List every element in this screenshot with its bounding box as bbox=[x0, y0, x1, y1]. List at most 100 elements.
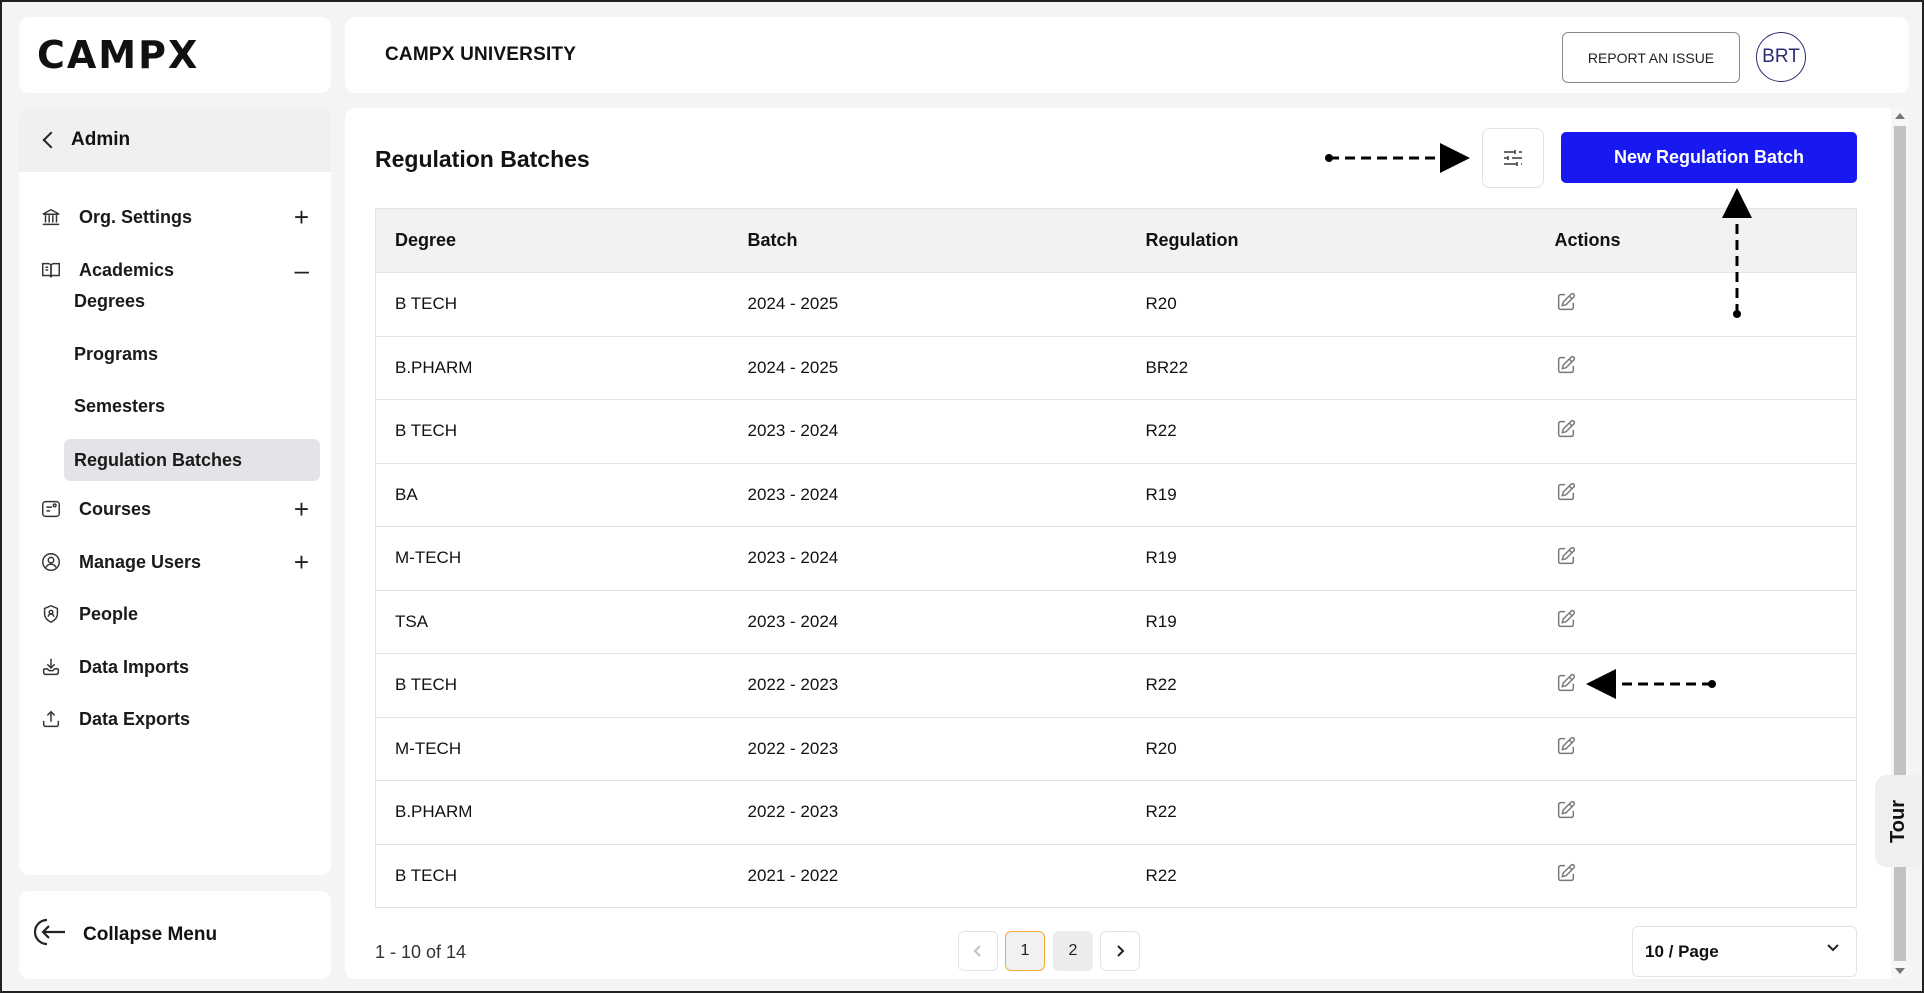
column-header-actions: Actions bbox=[1535, 208, 1857, 273]
scroll-down-arrow[interactable] bbox=[1895, 968, 1905, 974]
sidebar-sub-semesters[interactable]: Semesters bbox=[64, 385, 320, 427]
logo-card: CAMPX bbox=[19, 17, 331, 93]
column-header-batch[interactable]: Batch bbox=[728, 208, 1127, 273]
cell-degree: B TECH bbox=[375, 653, 729, 718]
chevron-right-icon bbox=[1117, 945, 1125, 957]
sidebar-sub-programs[interactable]: Programs bbox=[64, 333, 320, 375]
sidebar-back-admin[interactable]: Admin bbox=[19, 108, 331, 172]
bank-icon bbox=[39, 205, 63, 229]
edit-icon[interactable] bbox=[1555, 735, 1577, 757]
pagination-page-2[interactable]: 2 bbox=[1053, 931, 1093, 971]
sidebar-item-people[interactable]: People bbox=[19, 592, 331, 636]
cell-regulation: BR22 bbox=[1126, 336, 1536, 400]
cell-actions bbox=[1535, 844, 1857, 908]
campx-logo[interactable]: CAMPX bbox=[37, 33, 199, 77]
edit-icon[interactable] bbox=[1555, 418, 1577, 440]
expand-plus-icon[interactable]: + bbox=[294, 494, 309, 525]
course-icon bbox=[39, 497, 63, 521]
sliders-icon bbox=[1504, 150, 1522, 166]
pagination-page-1[interactable]: 1 bbox=[1005, 931, 1045, 971]
column-header-regulation[interactable]: Regulation bbox=[1126, 208, 1536, 273]
edit-icon[interactable] bbox=[1555, 481, 1577, 503]
pagination-prev-button[interactable] bbox=[958, 931, 998, 971]
chevron-down-icon bbox=[1827, 944, 1839, 952]
cell-degree: TSA bbox=[375, 590, 729, 654]
expand-plus-icon[interactable]: + bbox=[294, 202, 309, 233]
cell-degree: BA bbox=[375, 463, 729, 527]
page-size-select[interactable]: 10 / Page bbox=[1632, 926, 1857, 977]
column-header-degree[interactable]: Degree bbox=[375, 208, 729, 273]
table-row: M-TECH 2023 - 2024 R19 bbox=[375, 526, 1857, 591]
cell-regulation: R20 bbox=[1126, 272, 1536, 337]
pagination-next-button[interactable] bbox=[1100, 931, 1140, 971]
table-row: B.PHARM 2022 - 2023 R22 bbox=[375, 780, 1857, 845]
sidebar-item-data-exports[interactable]: Data Exports bbox=[19, 697, 331, 741]
cell-batch: 2023 - 2024 bbox=[728, 590, 1127, 654]
cell-actions bbox=[1535, 717, 1857, 781]
pagination-info: 1 - 10 of 14 bbox=[375, 942, 467, 962]
sidebar-item-courses[interactable]: Courses + bbox=[19, 487, 331, 531]
sidebar-item-manage-users[interactable]: Manage Users + bbox=[19, 540, 331, 584]
edit-icon[interactable] bbox=[1555, 291, 1577, 313]
edit-icon[interactable] bbox=[1555, 672, 1577, 694]
cell-degree: M-TECH bbox=[375, 717, 729, 781]
cell-actions bbox=[1535, 653, 1857, 718]
expand-plus-icon[interactable]: + bbox=[294, 547, 309, 578]
page-size-value: 10 / Page bbox=[1645, 941, 1719, 961]
sidebar-item-label: Academics bbox=[79, 259, 175, 280]
cell-batch: 2021 - 2022 bbox=[728, 844, 1127, 908]
table-row: B.PHARM 2024 - 2025 BR22 bbox=[375, 336, 1857, 400]
sidebar-item-label: Data Exports bbox=[79, 708, 191, 729]
cell-regulation: R20 bbox=[1126, 717, 1536, 781]
cell-batch: 2023 - 2024 bbox=[728, 399, 1127, 464]
filter-button[interactable] bbox=[1482, 128, 1544, 188]
edit-icon[interactable] bbox=[1555, 545, 1577, 567]
avatar[interactable]: BRT bbox=[1756, 32, 1806, 82]
edit-icon[interactable] bbox=[1555, 862, 1577, 884]
cell-batch: 2022 - 2023 bbox=[728, 653, 1127, 718]
import-icon bbox=[39, 655, 63, 679]
org-name: CAMPX UNIVERSITY bbox=[385, 44, 577, 65]
export-icon bbox=[39, 707, 63, 731]
regulation-batches-table: Degree Batch Regulation Actions B TECH 20… bbox=[375, 208, 1857, 908]
cell-actions bbox=[1535, 272, 1857, 337]
cell-degree: M-TECH bbox=[375, 526, 729, 591]
cell-degree: B.PHARM bbox=[375, 780, 729, 845]
cell-regulation: R19 bbox=[1126, 590, 1536, 654]
sidebar-item-data-imports[interactable]: Data Imports bbox=[19, 645, 331, 689]
cell-regulation: R22 bbox=[1126, 653, 1536, 718]
edit-icon[interactable] bbox=[1555, 608, 1577, 630]
tour-tab[interactable]: Tour bbox=[1875, 775, 1921, 867]
page-title: Regulation Batches bbox=[375, 146, 590, 172]
cell-actions bbox=[1535, 336, 1857, 400]
cell-degree: B TECH bbox=[375, 399, 729, 464]
tour-label: Tour bbox=[1886, 799, 1909, 843]
edit-icon[interactable] bbox=[1555, 354, 1577, 376]
new-regulation-batch-button[interactable]: New Regulation Batch bbox=[1561, 132, 1857, 183]
table-row: B TECH 2024 - 2025 R20 bbox=[375, 272, 1857, 337]
sidebar-item-label: People bbox=[79, 603, 139, 624]
collapse-arrow-icon bbox=[33, 917, 69, 953]
scroll-up-arrow[interactable] bbox=[1895, 113, 1905, 119]
table-row: B TECH 2023 - 2024 R22 bbox=[375, 399, 1857, 464]
cell-actions bbox=[1535, 399, 1857, 464]
main-panel: Regulation Batches New Regulation Batch … bbox=[345, 108, 1909, 979]
cell-actions bbox=[1535, 463, 1857, 527]
sidebar-sub-regulation-batches[interactable]: Regulation Batches bbox=[64, 439, 320, 481]
table-header-row: Degree Batch Regulation Actions bbox=[375, 208, 1857, 273]
cell-regulation: R19 bbox=[1126, 526, 1536, 591]
collapse-menu-label: Collapse Menu bbox=[83, 924, 218, 945]
cell-batch: 2022 - 2023 bbox=[728, 780, 1127, 845]
sidebar-item-label: Manage Users bbox=[79, 551, 202, 572]
cell-batch: 2023 - 2024 bbox=[728, 526, 1127, 591]
sidebar-item-org-settings[interactable]: Org. Settings + bbox=[19, 195, 331, 239]
chevron-left-icon bbox=[973, 945, 981, 957]
report-issue-button[interactable]: REPORT AN ISSUE bbox=[1562, 32, 1740, 83]
table-row: B TECH 2021 - 2022 R22 bbox=[375, 844, 1857, 908]
cell-regulation: R19 bbox=[1126, 463, 1536, 527]
cell-batch: 2023 - 2024 bbox=[728, 463, 1127, 527]
edit-icon[interactable] bbox=[1555, 799, 1577, 821]
collapse-menu-button[interactable]: Collapse Menu bbox=[19, 891, 331, 979]
sidebar-sub-degrees[interactable]: Degrees bbox=[64, 280, 320, 322]
table-row: M-TECH 2022 - 2023 R20 bbox=[375, 717, 1857, 781]
